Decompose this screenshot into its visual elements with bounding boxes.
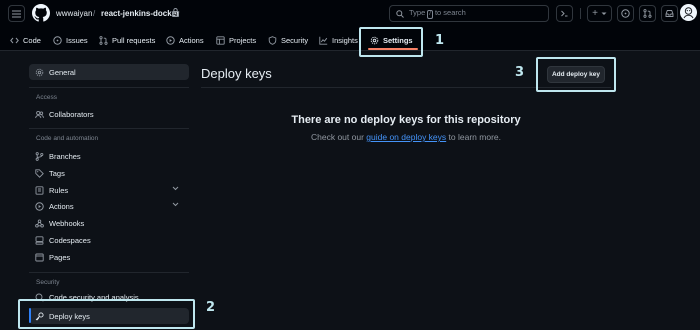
issue-icon — [53, 35, 62, 45]
people-icon — [35, 110, 44, 118]
tab-actions-label: Actions — [179, 35, 204, 45]
annotation-box-add-key — [536, 57, 616, 92]
tab-code-label: Code — [23, 35, 41, 45]
tab-security[interactable]: Security — [268, 29, 308, 51]
tab-code[interactable]: Code — [10, 29, 41, 51]
tab-actions[interactable]: Actions — [166, 29, 204, 51]
plus-icon: + — [592, 7, 598, 19]
sidebar-item-label: Branches — [49, 151, 81, 161]
git-branch-icon — [35, 151, 44, 161]
codespaces-icon — [35, 235, 44, 245]
user-avatar[interactable] — [680, 4, 697, 21]
empty-state-description: Check out our guide on deploy keys to le… — [201, 132, 611, 142]
github-logo-icon[interactable] — [32, 4, 50, 22]
webhook-icon — [35, 218, 44, 228]
chevron-down-icon[interactable] — [172, 186, 179, 191]
sidebar-item-actions[interactable]: Actions — [29, 198, 189, 214]
sidebar-section-code-automation: Code and automation — [36, 135, 99, 142]
lock-icon — [172, 8, 179, 17]
repo-push-icon — [35, 185, 44, 195]
breadcrumb-owner[interactable]: wwwaiyan — [56, 9, 92, 18]
sidebar-item-tags[interactable]: Tags — [29, 165, 189, 181]
sidebar-item-label: Codespaces — [49, 235, 91, 245]
sidebar-section-access: Access — [36, 94, 57, 101]
toolbar-divider — [580, 8, 581, 19]
code-icon — [10, 37, 19, 43]
pull-requests-button[interactable] — [639, 5, 656, 22]
issue-opened-icon — [621, 9, 630, 18]
tab-insights[interactable]: Insights — [319, 29, 358, 51]
play-icon — [166, 35, 175, 45]
deploy-keys-guide-link[interactable]: guide on deploy keys — [366, 132, 446, 142]
tab-projects[interactable]: Projects — [216, 29, 256, 51]
graph-icon — [319, 36, 328, 45]
repository-nav: Code Issues Pull requests Actions Projec… — [0, 29, 700, 51]
create-new-button[interactable]: + — [587, 5, 612, 22]
search-shortcut-key: / — [427, 10, 433, 19]
tab-pull-requests[interactable]: Pull requests — [99, 29, 155, 51]
sidebar-item-label: Webhooks — [49, 218, 85, 228]
command-palette-button[interactable] — [556, 5, 573, 22]
tab-pull-requests-label: Pull requests — [112, 35, 156, 45]
tag-icon — [35, 168, 44, 178]
hamburger-icon — [12, 10, 21, 17]
sidebar-item-label: General — [49, 67, 76, 77]
sidebar-item-rules[interactable]: Rules — [29, 182, 189, 198]
caret-down-icon — [601, 12, 607, 15]
play-icon — [35, 201, 44, 211]
sidebar-divider — [29, 272, 189, 273]
search-icon — [396, 9, 404, 18]
annotation-box-settings — [359, 27, 423, 57]
git-pull-request-icon — [643, 9, 652, 18]
tab-projects-label: Projects — [229, 35, 257, 45]
tab-issues-label: Issues — [66, 35, 88, 45]
search-placeholder: Type / to search — [409, 8, 466, 19]
annotation-number-2: 2 — [206, 300, 216, 315]
tab-issues[interactable]: Issues — [53, 29, 88, 51]
issues-button[interactable] — [617, 5, 634, 22]
sidebar-item-codespaces[interactable]: Codespaces — [29, 232, 189, 248]
annotation-number-1: 1 — [435, 33, 445, 48]
annotation-number-3: 3 — [515, 65, 525, 80]
sidebar-item-branches[interactable]: Branches — [29, 148, 189, 164]
sidebar-section-security: Security — [36, 279, 60, 286]
sidebar-item-collaborators[interactable]: Collaborators — [29, 106, 189, 122]
empty-state-text-post: to learn more. — [448, 132, 501, 142]
sidebar-item-webhooks[interactable]: Webhooks — [29, 215, 189, 231]
shield-icon — [268, 35, 277, 45]
terminal-icon — [561, 10, 568, 17]
table-icon — [216, 35, 225, 45]
sidebar-item-general[interactable]: General — [29, 64, 189, 80]
tab-insights-label: Insights — [332, 35, 358, 45]
sidebar-divider — [29, 128, 189, 129]
sidebar-item-pages[interactable]: Pages — [29, 249, 189, 265]
page-title: Deploy keys — [201, 66, 272, 81]
search-input[interactable]: Type / to search — [389, 5, 549, 22]
breadcrumb-repo[interactable]: react-jenkins-docker — [101, 9, 179, 18]
empty-state-title: There are no deploy keys for this reposi… — [291, 114, 521, 126]
sidebar-divider — [29, 87, 189, 88]
chevron-down-icon[interactable] — [172, 202, 179, 207]
sidebar-item-label: Pages — [49, 252, 71, 262]
pull-request-icon — [99, 35, 108, 45]
hamburger-menu-button[interactable] — [8, 5, 25, 22]
sidebar-item-label: Actions — [49, 201, 74, 211]
browser-icon — [35, 253, 44, 261]
empty-state-text-pre: Check out our — [311, 132, 364, 142]
tab-security-label: Security — [281, 35, 309, 45]
inbox-icon — [665, 10, 674, 17]
sidebar-item-label: Collaborators — [49, 109, 94, 119]
sidebar-item-label: Tags — [49, 168, 65, 178]
annotation-box-deploy-keys — [18, 299, 195, 329]
breadcrumb-separator: / — [93, 9, 96, 18]
sidebar-item-label: Rules — [49, 185, 69, 195]
top-bar: wwwaiyan / react-jenkins-docker Type / to … — [0, 0, 700, 29]
gear-icon — [35, 68, 44, 76]
inbox-button[interactable] — [661, 5, 678, 22]
